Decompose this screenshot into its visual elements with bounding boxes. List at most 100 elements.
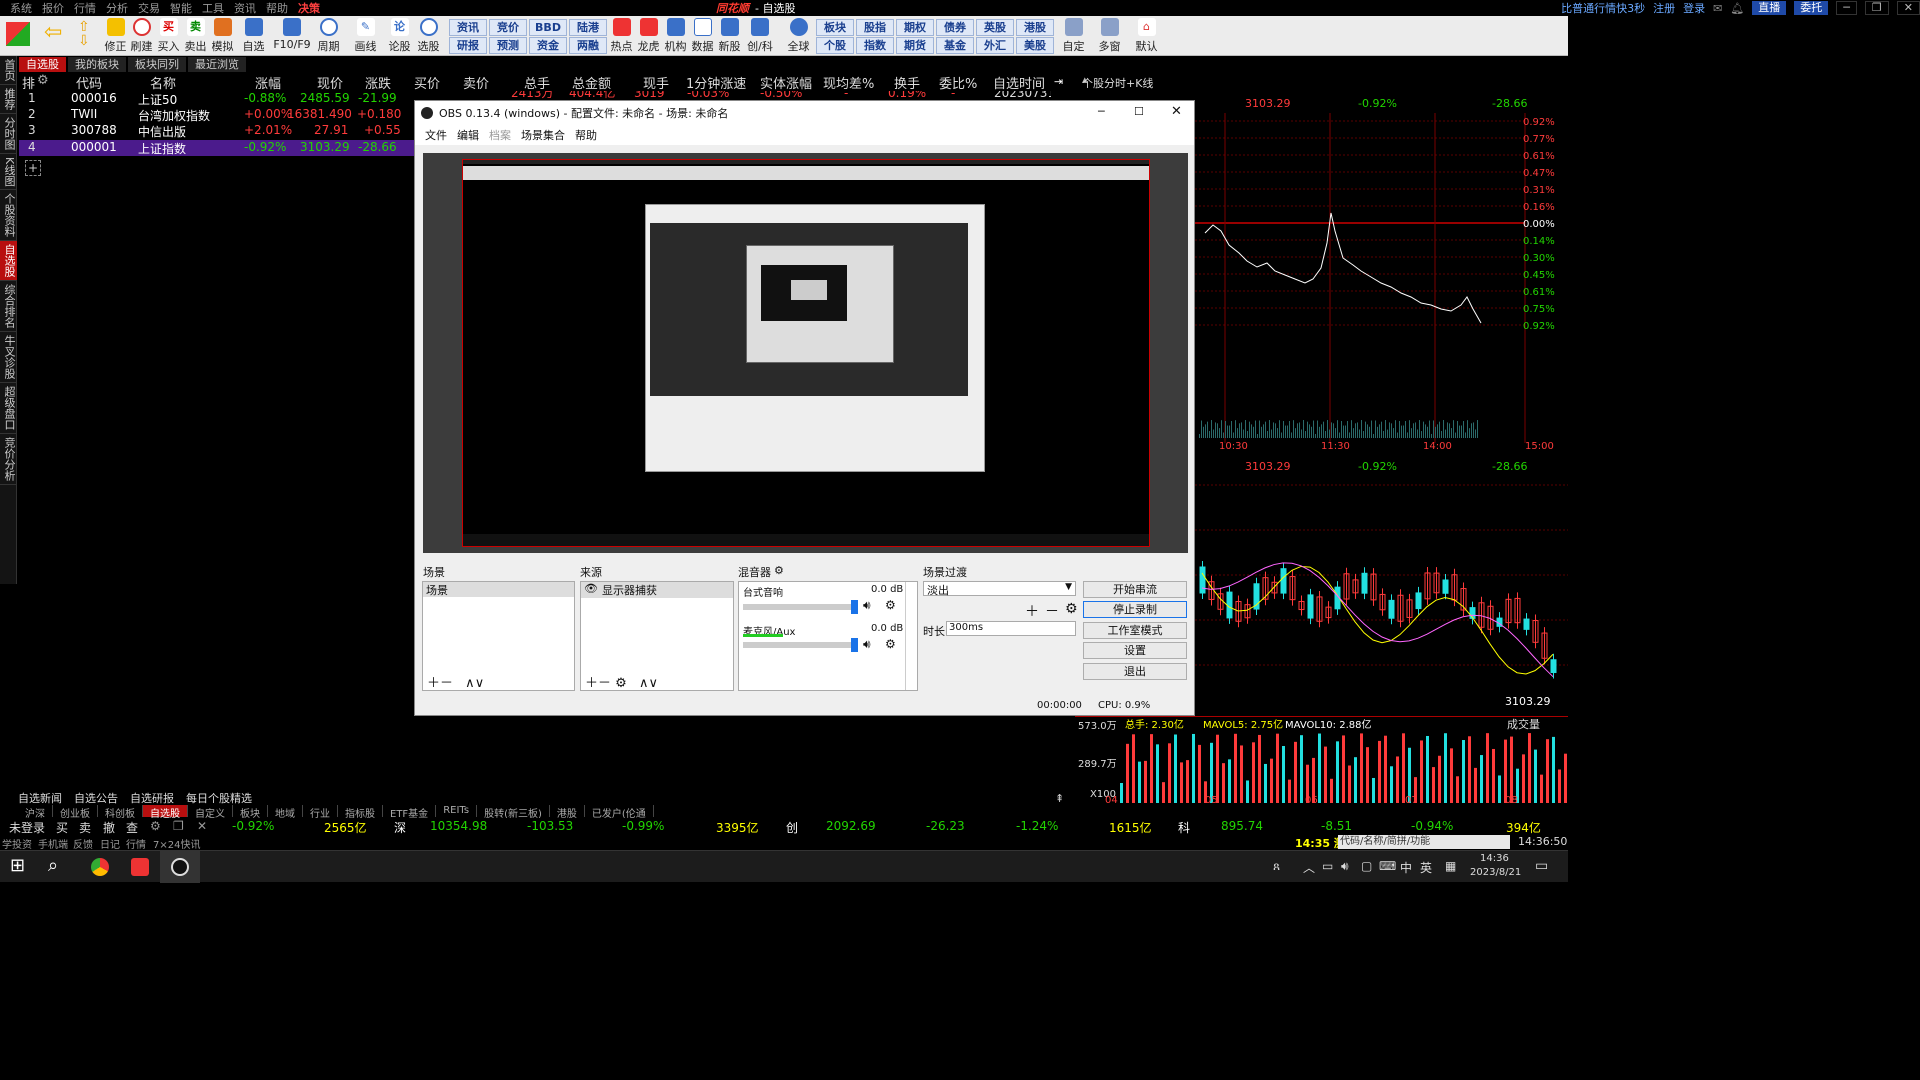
add-stock-icon[interactable]: + [25, 160, 41, 176]
tool-pair-bottom[interactable]: 预测 [489, 37, 527, 54]
buy-button[interactable]: 买买入 [155, 18, 182, 54]
tonghuashun-icon[interactable] [131, 858, 149, 876]
menu-item[interactable]: 报价 [42, 0, 64, 16]
status-link[interactable]: 手机端 [38, 836, 68, 851]
toolbar-btn-1[interactable]: 刷建 [128, 18, 155, 54]
nav-ranking[interactable]: 综合排名 [0, 281, 17, 333]
expand-icon[interactable]: ⇥ [1054, 75, 1063, 88]
start-streaming-button[interactable]: 开始串流 [1083, 581, 1187, 598]
minimize-button[interactable]: ─ [1836, 1, 1857, 15]
sources-panel[interactable]: 👁︎ 显示器捕获 ＋－ ⚙ ∧∨ [580, 581, 734, 691]
nav-diagnosis[interactable]: 牛叉诊股 [0, 332, 17, 384]
tool-pair-top[interactable]: 债券 [936, 19, 974, 36]
studio-mode-button[interactable]: 工作室模式 [1083, 622, 1187, 639]
status-link[interactable]: 反馈 [73, 836, 93, 851]
tool-pair-bottom[interactable]: 研报 [449, 37, 487, 54]
gear-icon[interactable]: ⚙ [37, 73, 49, 88]
tab-recent[interactable]: 最近浏览 [188, 57, 246, 72]
nav-home[interactable]: 首页 [0, 56, 17, 85]
ime-mode[interactable]: 英 [1420, 859, 1432, 876]
toolbar-btn-9[interactable]: 论论股 [386, 18, 413, 54]
close-button[interactable]: ✕ [1896, 1, 1920, 15]
tray-arrow-icon[interactable]: ︿ [1303, 859, 1315, 876]
gear-icon[interactable]: ⚙ [885, 637, 896, 651]
nav-stock-info[interactable]: 个股资料 [0, 190, 17, 242]
obs-window[interactable]: OBS 0.13.4 (windows) - 配置文件: 未命名 - 场景: 未… [414, 100, 1195, 716]
nav-watchlist[interactable]: 自选股 [0, 241, 17, 282]
tool-pair-top[interactable]: BBD [529, 19, 567, 36]
transition-select[interactable]: 淡出 ▼ [923, 581, 1076, 597]
col-pct[interactable]: 涨幅 [255, 73, 281, 92]
people-icon[interactable]: ጸ [1273, 859, 1280, 874]
login-status[interactable]: 未登录 [9, 819, 45, 836]
eye-icon[interactable]: 👁︎ [584, 582, 598, 598]
sector-tab[interactable]: 自定义 [188, 805, 233, 820]
col-price[interactable]: 现价 [317, 73, 343, 92]
chrome-icon[interactable] [91, 858, 109, 876]
calendar-icon[interactable]: ▦ [1445, 859, 1456, 873]
stop-recording-button[interactable]: 停止录制 [1083, 601, 1187, 618]
status-sell[interactable]: 卖 [79, 819, 91, 836]
search-input[interactable]: 代码/名称/简拼/功能 [1338, 835, 1510, 849]
sector-tab[interactable]: 港股 [550, 805, 585, 820]
status-link[interactable]: 学投资 [2, 836, 32, 851]
register-link[interactable]: 注册 [1653, 0, 1675, 16]
tool-pair-bottom[interactable]: 外汇 [976, 37, 1014, 54]
gear-icon[interactable]: ⚙ [1065, 601, 1078, 621]
sector-tab[interactable]: 科创板 [98, 805, 143, 820]
obs-menu-scenes[interactable]: 场景集合 [521, 127, 565, 143]
sector-tab[interactable]: 指标股 [338, 805, 383, 820]
order-button[interactable]: 委托 [1794, 1, 1829, 15]
col-bid[interactable]: 买价 [414, 73, 440, 92]
toolbar-btn-14[interactable]: 数据 [689, 18, 716, 54]
mixer-scrollbar[interactable] [905, 582, 917, 690]
tool-pair-bottom[interactable]: 资金 [529, 37, 567, 54]
table-row[interactable]: 2 TWII 台湾加权指数 +0.00% 16381.490 +0.180 [19, 107, 414, 123]
status-cancel[interactable]: 撤 [103, 819, 115, 836]
add-icon[interactable]: ＋ [585, 676, 598, 691]
bell-icon[interactable]: 🔔︎ [1730, 2, 1744, 15]
nav-orderbook[interactable]: 超级盘口 [0, 383, 17, 435]
mixer-slider[interactable] [743, 604, 855, 610]
window-icon[interactable]: ❐ [173, 819, 184, 833]
col-avgdiff[interactable]: 现均差% [823, 73, 874, 92]
obs-preview[interactable] [423, 153, 1188, 553]
toolbar-btn-19[interactable]: 多窗 [1096, 18, 1123, 54]
toolbar-btn-11[interactable]: 热点 [608, 18, 635, 54]
speaker-icon[interactable]: 🔊︎ [863, 598, 871, 613]
tab-news[interactable]: 自选新闻 [18, 790, 62, 805]
col-name[interactable]: 名称 [150, 73, 176, 92]
table-row-selected[interactable]: 4 000001 上证指数 -0.92% 3103.29 -28.66 [19, 140, 414, 156]
tool-pair-top[interactable]: 竞价 [489, 19, 527, 36]
nav-auction[interactable]: 竞价分析 [0, 434, 17, 486]
col-amount[interactable]: 总金额 [572, 73, 611, 92]
monitor-icon[interactable]: ▢ [1361, 859, 1372, 873]
col-weibi[interactable]: 委比% [939, 73, 977, 92]
sector-tab[interactable]: 地域 [268, 805, 303, 820]
menu-item[interactable]: 交易 [138, 0, 160, 16]
obs-titlebar[interactable]: OBS 0.13.4 (windows) - 配置文件: 未命名 - 场景: 未… [415, 101, 1194, 125]
panel-selector[interactable]: 个股分时+K线 [1082, 75, 1153, 91]
table-row[interactable]: 1 000016 上证50 -0.88% 2485.59 -21.99 [19, 91, 414, 107]
toolbar-btn-7[interactable]: 周期 [315, 18, 342, 54]
tab-my-sectors[interactable]: 我的板块 [68, 57, 126, 72]
toolbar-btn-16[interactable]: 创/科 [745, 18, 775, 54]
toolbar-btn-4[interactable]: 模拟 [209, 18, 236, 54]
obs-close-button[interactable]: ✕ [1171, 104, 1182, 119]
col-chg[interactable]: 涨跌 [365, 73, 391, 92]
menu-item[interactable]: 资讯 [234, 0, 256, 16]
notification-icon[interactable]: ▭ [1535, 858, 1548, 874]
toolbar-btn-5[interactable]: 自选 [240, 18, 267, 54]
ime-icon[interactable]: 中 [1400, 859, 1412, 876]
tool-pair-top[interactable]: 期权 [896, 19, 934, 36]
restore-button[interactable]: ❐ [1864, 1, 1889, 15]
remove-icon[interactable]: － [598, 676, 611, 691]
tool-pair-top[interactable]: 陆港 [569, 19, 607, 36]
live-button[interactable]: 直播 [1752, 1, 1787, 15]
col-volume[interactable]: 总手 [524, 73, 550, 92]
tool-pair-bottom[interactable]: 指数 [856, 37, 894, 54]
login-link[interactable]: 登录 [1683, 0, 1705, 16]
tool-pair-top[interactable]: 英股 [976, 19, 1014, 36]
mixer-gear-icon[interactable]: ⚙ [774, 564, 784, 580]
tool-pair-top[interactable]: 港股 [1016, 19, 1054, 36]
